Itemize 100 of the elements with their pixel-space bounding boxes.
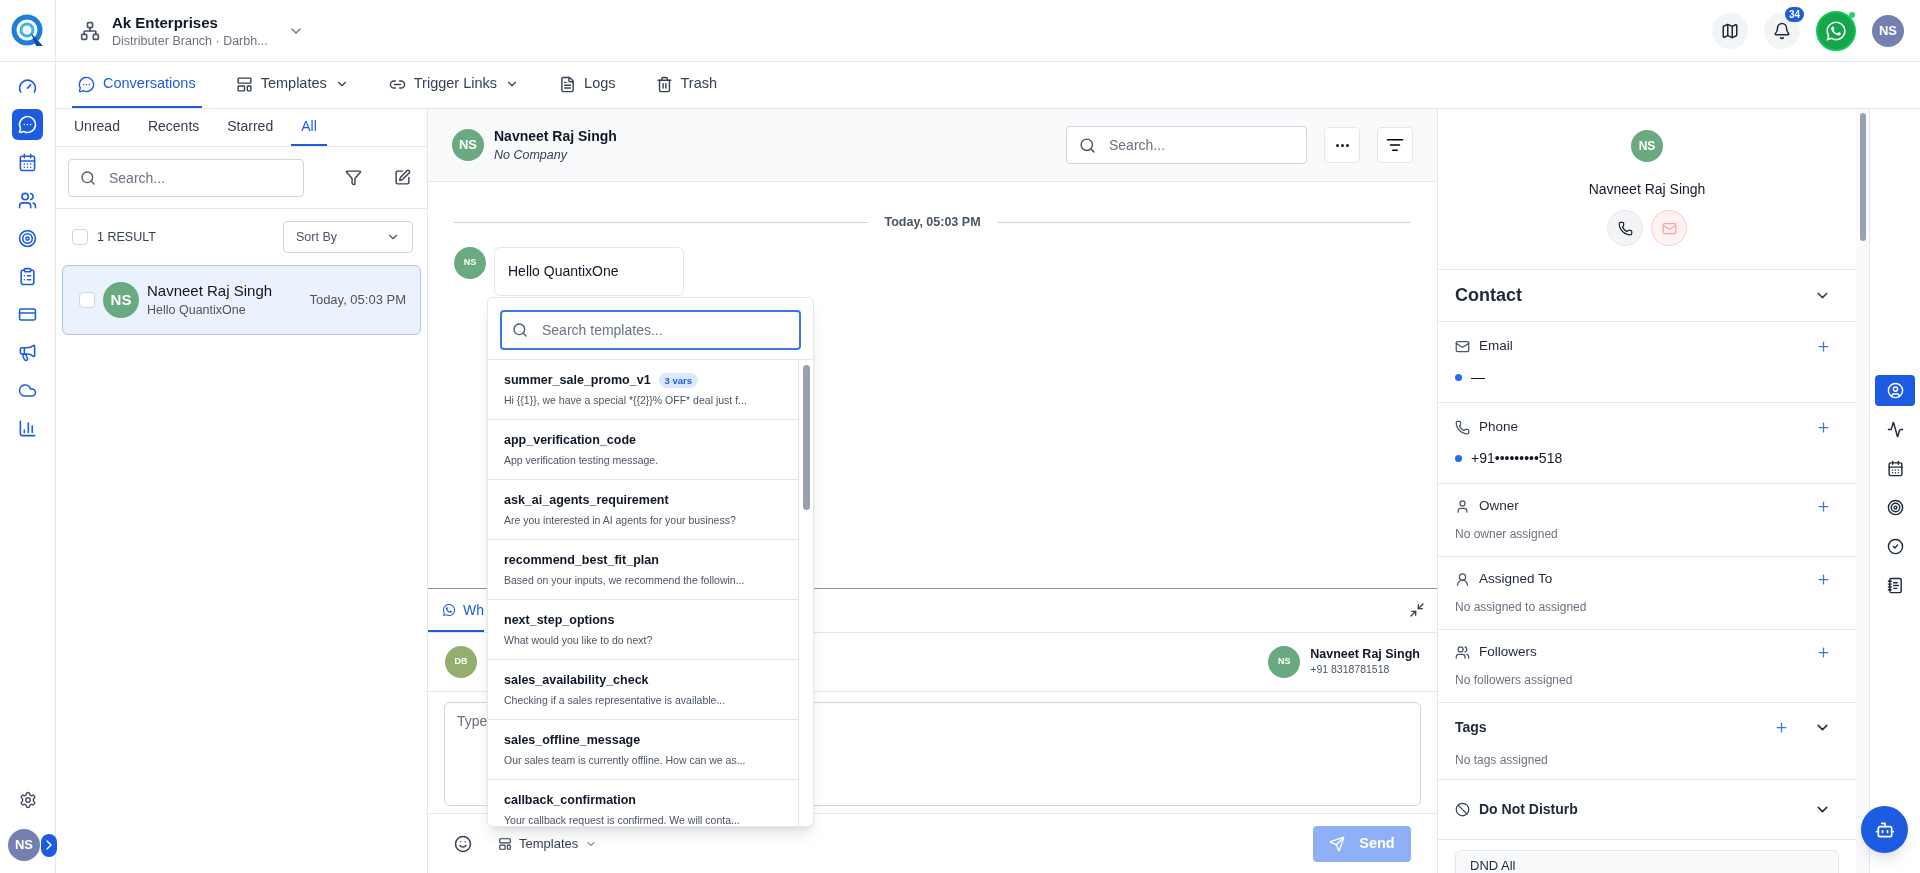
mail-icon <box>1455 338 1470 354</box>
conversation-item[interactable]: NS Navneet Raj Singh Hello QuantixOne Today, 05:03 PM <box>62 265 421 335</box>
chat-icon <box>78 75 95 93</box>
whatsapp-tab[interactable]: Wh <box>428 590 484 632</box>
template-name: summer_sale_promo_v1 <box>504 371 651 389</box>
whatsapp-icon <box>442 603 456 617</box>
whatsapp-button[interactable] <box>1816 10 1856 51</box>
document-icon <box>559 75 577 93</box>
company-name: Ak Enterprises <box>112 12 219 33</box>
message-time: Today, 05:03 PM <box>309 291 406 310</box>
chat-icon[interactable] <box>12 109 43 140</box>
template-item[interactable]: next_step_options What would you like to do next? <box>488 600 798 660</box>
collapse-icon[interactable] <box>1409 602 1425 618</box>
whatsapp-icon <box>1825 19 1847 42</box>
expand-button[interactable] <box>41 833 57 857</box>
more-button[interactable] <box>1324 127 1360 163</box>
add-icon[interactable] <box>1816 644 1831 660</box>
filter-icon <box>1386 136 1404 154</box>
phone-icon <box>1455 419 1470 435</box>
bell-icon <box>1773 21 1791 40</box>
template-description: What would you like to do next? <box>504 632 654 648</box>
search-icon <box>512 322 528 338</box>
field-label: Owner <box>1479 497 1519 515</box>
add-icon[interactable] <box>1816 338 1831 354</box>
template-name: sales_offline_message <box>504 731 641 749</box>
add-icon[interactable] <box>1816 571 1831 587</box>
nav-tab[interactable]: Templates <box>229 62 355 108</box>
contact-name: Navneet Raj Singh <box>147 280 273 301</box>
map-icon <box>1721 21 1739 40</box>
template-item[interactable]: app_verification_code App verification testing message. <box>488 420 798 480</box>
search-field[interactable]: Search... <box>68 158 304 197</box>
filter-tab[interactable]: Unread <box>64 109 130 146</box>
settings-icon[interactable] <box>18 791 37 809</box>
templates-button[interactable]: Templates <box>498 833 598 854</box>
search-field[interactable]: Search... <box>1066 126 1307 164</box>
section-title: Contact <box>1455 284 1522 307</box>
scrollbar[interactable] <box>1859 113 1866 241</box>
nav-tab[interactable]: Logs <box>553 62 622 108</box>
template-item[interactable]: ask_ai_agents_requirement Are you interested in AI agents for your business? <box>488 480 798 540</box>
template-item[interactable]: summer_sale_promo_v1 3 vars Hi {{1}}, we have a special *{{2}}% OFF* deal just f... <box>488 360 798 420</box>
filter-tab[interactable]: Recents <box>137 109 210 146</box>
template-name: sales_availability_check <box>504 671 649 689</box>
filter-button[interactable] <box>1377 127 1413 163</box>
nav-tab[interactable]: Trash <box>649 62 724 108</box>
user-icon[interactable] <box>1875 375 1915 406</box>
filter-icon[interactable] <box>345 169 362 186</box>
filter-tab[interactable]: Starred <box>217 109 284 146</box>
avatar: NS <box>1631 130 1663 162</box>
template-name: callback_confirmation <box>504 791 636 809</box>
avatar: NS <box>1268 646 1301 678</box>
select-all-checkbox[interactable] <box>72 229 88 245</box>
field-label: Email <box>1479 337 1513 355</box>
emoji-icon[interactable] <box>454 834 472 853</box>
field-label: Followers <box>1479 643 1537 661</box>
logo-icon[interactable] <box>9 12 46 49</box>
bot-button[interactable] <box>1861 806 1908 853</box>
result-count: 1 RESULT <box>97 228 156 246</box>
section-title: Tags <box>1455 718 1487 737</box>
field-label: Assigned To <box>1479 570 1553 588</box>
template-name: ask_ai_agents_requirement <box>504 491 669 509</box>
checkbox[interactable] <box>79 292 95 308</box>
template-search-field[interactable]: Search templates... <box>500 310 801 350</box>
template-item[interactable]: recommend_best_fit_plan Based on your inputs, we recommend the followin... <box>488 540 798 600</box>
template-item[interactable]: sales_offline_message Our sales team is currently offline. How can we as... <box>488 720 798 780</box>
map-button[interactable] <box>1712 12 1748 49</box>
add-icon[interactable] <box>1816 498 1831 514</box>
contact-name: Navneet Raj Singh <box>494 126 617 146</box>
scrollbar[interactable] <box>802 365 810 510</box>
template-description: Your callback request is confirmed. We will conta... <box>504 812 741 826</box>
template-icon <box>235 75 253 93</box>
template-description: Are you interested in AI agents for your business? <box>504 512 737 528</box>
add-icon[interactable] <box>1774 720 1789 735</box>
dnd-option-card[interactable]: DND All <box>1455 850 1839 873</box>
nav-tab[interactable]: Trigger Links <box>382 62 526 108</box>
template-name: recommend_best_fit_plan <box>504 551 659 569</box>
search-icon <box>1079 137 1096 154</box>
sort-dropdown[interactable]: Sort By <box>283 221 413 253</box>
field-value: +91•••••••••518 <box>1471 449 1563 469</box>
template-description: Based on your inputs, we recommend the followin... <box>504 572 746 588</box>
avatar: NS <box>103 282 139 318</box>
compose-icon[interactable] <box>394 169 411 186</box>
user-icon <box>1455 498 1470 514</box>
users-icon <box>1455 644 1470 660</box>
field-label: Phone <box>1479 418 1519 436</box>
company-name: No Company <box>494 146 569 164</box>
template-icon <box>498 836 512 851</box>
empty-text: No followers assigned <box>1455 672 1574 690</box>
avatar: DB <box>445 646 477 678</box>
call-button[interactable] <box>1607 210 1643 246</box>
branch-name: Distributer Branch · Darbh... <box>112 32 268 49</box>
empty-text: No owner assigned <box>1455 526 1559 544</box>
add-icon[interactable] <box>1816 419 1831 435</box>
message-preview: Hello QuantixOne <box>147 301 247 319</box>
user-avatar: NS <box>8 829 40 861</box>
nav-tab[interactable]: Conversations <box>72 62 202 108</box>
filter-tab[interactable]: All <box>291 109 327 146</box>
template-item[interactable]: sales_availability_check Checking if a sales representative is available... <box>488 660 798 720</box>
notifications-button[interactable] <box>1764 12 1800 49</box>
contact-name: Navneet Raj Singh <box>1588 180 1706 199</box>
recipient-name: Navneet Raj Singh <box>1310 646 1420 663</box>
